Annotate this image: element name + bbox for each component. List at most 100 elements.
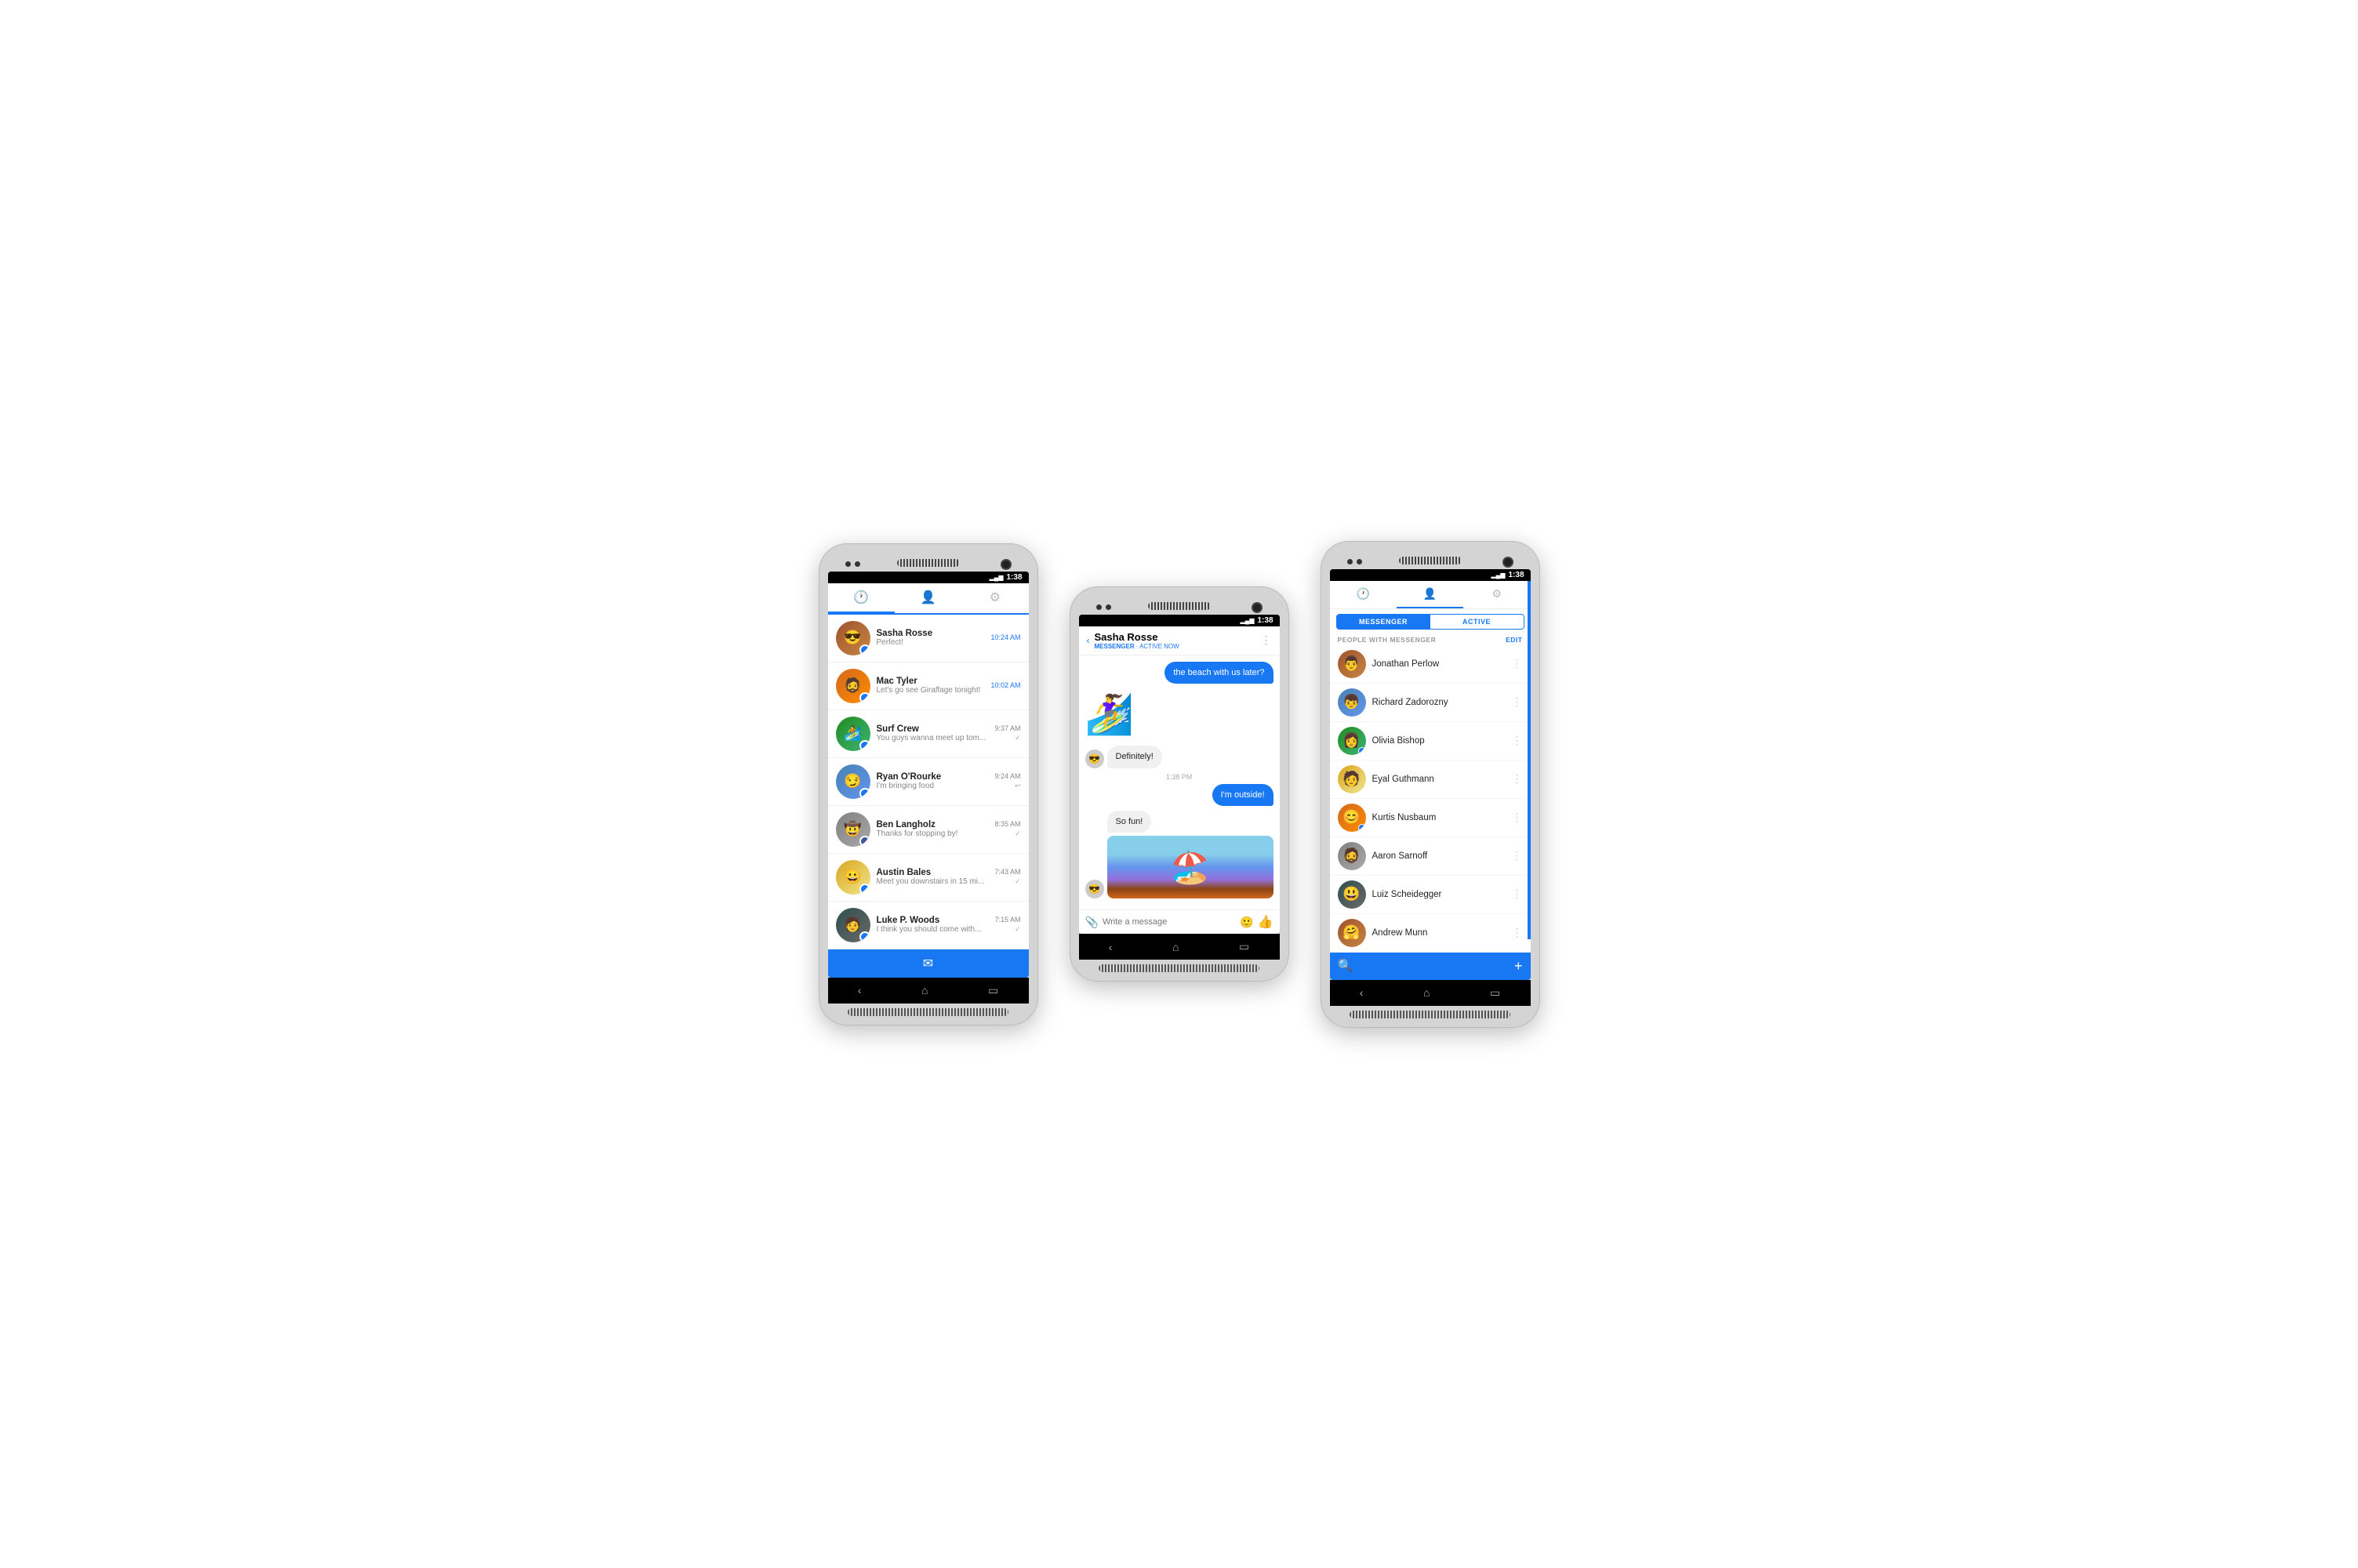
sticker-surfer: 🏄‍♀️ <box>1085 688 1134 741</box>
scroll-indicator <box>1528 581 1531 939</box>
tab-settings-p3[interactable]: ⚙ <box>1463 581 1530 608</box>
back-button-conv[interactable]: ‹ <box>1087 635 1090 646</box>
avatar-olivia: 👩 <box>1338 727 1366 755</box>
tab-people[interactable]: 👤 <box>895 583 961 613</box>
toggle-messenger[interactable]: MESSENGER <box>1337 615 1430 629</box>
signal-icon-3: ▂▄▆ <box>1491 572 1506 579</box>
people-item-kurtis[interactable]: 😊 Kurtis Nusbaum ⋮ <box>1330 799 1531 837</box>
tab-recent[interactable]: 🕐 <box>828 583 895 613</box>
phone-1: ▂▄▆ 1:38 🕐 👤 ⚙ 😎 Sasha Rosse <box>819 543 1038 1025</box>
chat-check-ben: ✓ <box>1015 829 1021 837</box>
people-item-luiz[interactable]: 😃 Luiz Scheidegger ⋮ <box>1330 876 1531 914</box>
avatar-luke: 🧑 <box>836 908 870 942</box>
chat-meta-ben: 8:35 AM ✓ <box>994 820 1020 838</box>
chat-item-luke[interactable]: 🧑 Luke P. Woods I think you should come … <box>828 902 1029 949</box>
back-button-3[interactable]: ‹ <box>1360 986 1364 999</box>
home-button-2[interactable]: ⌂ <box>1172 941 1179 953</box>
more-icon-olivia[interactable]: ⋮ <box>1512 734 1523 747</box>
chat-item-surfcrew[interactable]: 🏄 Surf Crew You guys wanna meet up tom..… <box>828 710 1029 758</box>
conv-header: ‹ Sasha Rosse MESSENGER · ACTIVE NOW ⋮ <box>1079 626 1280 655</box>
chat-time-luke: 7:15 AM <box>994 916 1020 924</box>
people-item-olivia[interactable]: 👩 Olivia Bishop ⋮ <box>1330 722 1531 760</box>
people-name-luiz: Luiz Scheidegger <box>1372 890 1506 899</box>
people-item-richard[interactable]: 👦 Richard Zadorozny ⋮ <box>1330 684 1531 722</box>
phone-2-top <box>1079 596 1280 615</box>
phone-1-camera <box>1001 559 1012 570</box>
chat-item-ben[interactable]: 🤠 Ben Langholz Thanks for stopping by! 8… <box>828 806 1029 854</box>
chat-check-ryan: ↩ <box>1015 782 1021 789</box>
message-input[interactable] <box>1103 917 1236 927</box>
attach-icon[interactable]: 📎 <box>1085 916 1099 929</box>
people-item-jonathan[interactable]: 👨 Jonathan Perlow ⋮ <box>1330 645 1531 684</box>
chat-preview-austin: Meet you downstairs in 15 mi... <box>877 877 989 886</box>
search-icon-people[interactable]: 🔍 <box>1338 958 1353 974</box>
more-icon-eyal[interactable]: ⋮ <box>1512 772 1523 786</box>
conv-more-button[interactable]: ⋮ <box>1261 633 1272 647</box>
people-item-eyal[interactable]: 🧑 Eyal Guthmann ⋮ <box>1330 760 1531 799</box>
more-icon-aaron[interactable]: ⋮ <box>1512 849 1523 862</box>
chat-item-sasha[interactable]: 😎 Sasha Rosse Perfect! 10:24 AM <box>828 615 1029 662</box>
chat-meta-surfcrew: 9:37 AM ✓ <box>994 724 1020 742</box>
conv-input-bar: 📎 🙂 👍 <box>1079 909 1280 934</box>
chat-time-sasha: 10:24 AM <box>990 633 1020 641</box>
back-button-2[interactable]: ‹ <box>1109 941 1113 953</box>
chat-info-ryan: Ryan O'Rourke I'm bringing food <box>877 772 989 790</box>
recent-button-2[interactable]: ▭ <box>1239 940 1249 953</box>
back-button-1[interactable]: ‹ <box>858 984 862 996</box>
recent-button-3[interactable]: ▭ <box>1490 986 1500 1000</box>
avatar-richard: 👦 <box>1338 688 1366 717</box>
time-1: 1:38 <box>1006 573 1022 582</box>
badge-ben <box>859 836 870 847</box>
conv-status-label: MESSENGER <box>1095 643 1135 650</box>
badge-surfcrew <box>859 740 870 751</box>
msg-row-1: the beach with us later? <box>1085 662 1273 684</box>
chat-preview-ben: Thanks for stopping by! <box>877 829 989 838</box>
chat-meta-ryan: 9:24 AM ↩ <box>994 772 1020 790</box>
people-item-andrew[interactable]: 🤗 Andrew Munn ⋮ <box>1330 914 1531 953</box>
more-icon-kurtis[interactable]: ⋮ <box>1512 811 1523 824</box>
chat-item-austin[interactable]: 😀 Austin Bales Meet you downstairs in 15… <box>828 854 1029 902</box>
msg-row-sticker: 🏄‍♀️ <box>1085 688 1273 741</box>
conv-name: Sasha Rosse <box>1095 631 1256 643</box>
compose-icon[interactable]: ✉ <box>923 957 933 971</box>
chat-meta-sasha: 10:24 AM <box>990 633 1020 643</box>
chat-info-sasha: Sasha Rosse Perfect! <box>877 629 985 647</box>
recent-button-1[interactable]: ▭ <box>988 984 998 997</box>
home-button-3[interactable]: ⌂ <box>1423 986 1430 999</box>
more-icon-andrew[interactable]: ⋮ <box>1512 926 1523 939</box>
add-person-button[interactable]: + <box>1514 958 1523 975</box>
tab-settings[interactable]: ⚙ <box>961 583 1028 613</box>
more-icon-richard[interactable]: ⋮ <box>1512 695 1523 709</box>
avatar-austin: 😀 <box>836 860 870 895</box>
phone-1-screen-wrapper: ▂▄▆ 1:38 🕐 👤 ⚙ 😎 Sasha Rosse <box>828 572 1029 978</box>
edit-button[interactable]: EDIT <box>1506 636 1522 644</box>
phone-2-camera <box>1252 602 1263 613</box>
emoji-icon[interactable]: 🙂 <box>1240 916 1253 929</box>
badge-mac <box>859 692 870 703</box>
like-button[interactable]: 👍 <box>1258 914 1273 930</box>
people-item-aaron[interactable]: 🧔 Aaron Sarnoff ⋮ <box>1330 837 1531 876</box>
chat-preview-ryan: I'm bringing food <box>877 782 989 790</box>
people-bottom-bar: 🔍 + <box>1330 953 1531 980</box>
badge-kurtis <box>1358 824 1366 832</box>
chat-check-surfcrew: ✓ <box>1015 734 1021 742</box>
dot-1 <box>845 561 851 567</box>
more-icon-jonathan[interactable]: ⋮ <box>1512 657 1523 670</box>
chat-item-mac[interactable]: 🧔 Mac Tyler Let's go see Giraffage tonig… <box>828 662 1029 710</box>
status-bar-3: ▂▄▆ 1:38 <box>1330 569 1531 581</box>
chat-item-ryan[interactable]: 😏 Ryan O'Rourke I'm bringing food 9:24 A… <box>828 758 1029 806</box>
home-button-1[interactable]: ⌂ <box>921 984 928 996</box>
phone-3-nav: ‹ ⌂ ▭ <box>1330 980 1531 1006</box>
people-name-richard: Richard Zadorozny <box>1372 698 1506 707</box>
badge-olivia <box>1358 747 1366 755</box>
avatar-ben: 🤠 <box>836 812 870 847</box>
avatar-aaron: 🧔 <box>1338 842 1366 870</box>
tab-recent-p3[interactable]: 🕐 <box>1330 581 1397 608</box>
chat-info-luke: Luke P. Woods I think you should come wi… <box>877 916 989 934</box>
more-icon-luiz[interactable]: ⋮ <box>1512 887 1523 901</box>
avatar-luiz: 😃 <box>1338 880 1366 909</box>
tab-people-p3[interactable]: 👤 <box>1397 581 1463 608</box>
chat-info-mac: Mac Tyler Let's go see Giraffage tonight… <box>877 677 985 695</box>
toggle-active[interactable]: ACTIVE <box>1430 615 1524 629</box>
chat-name-sasha: Sasha Rosse <box>877 629 985 638</box>
